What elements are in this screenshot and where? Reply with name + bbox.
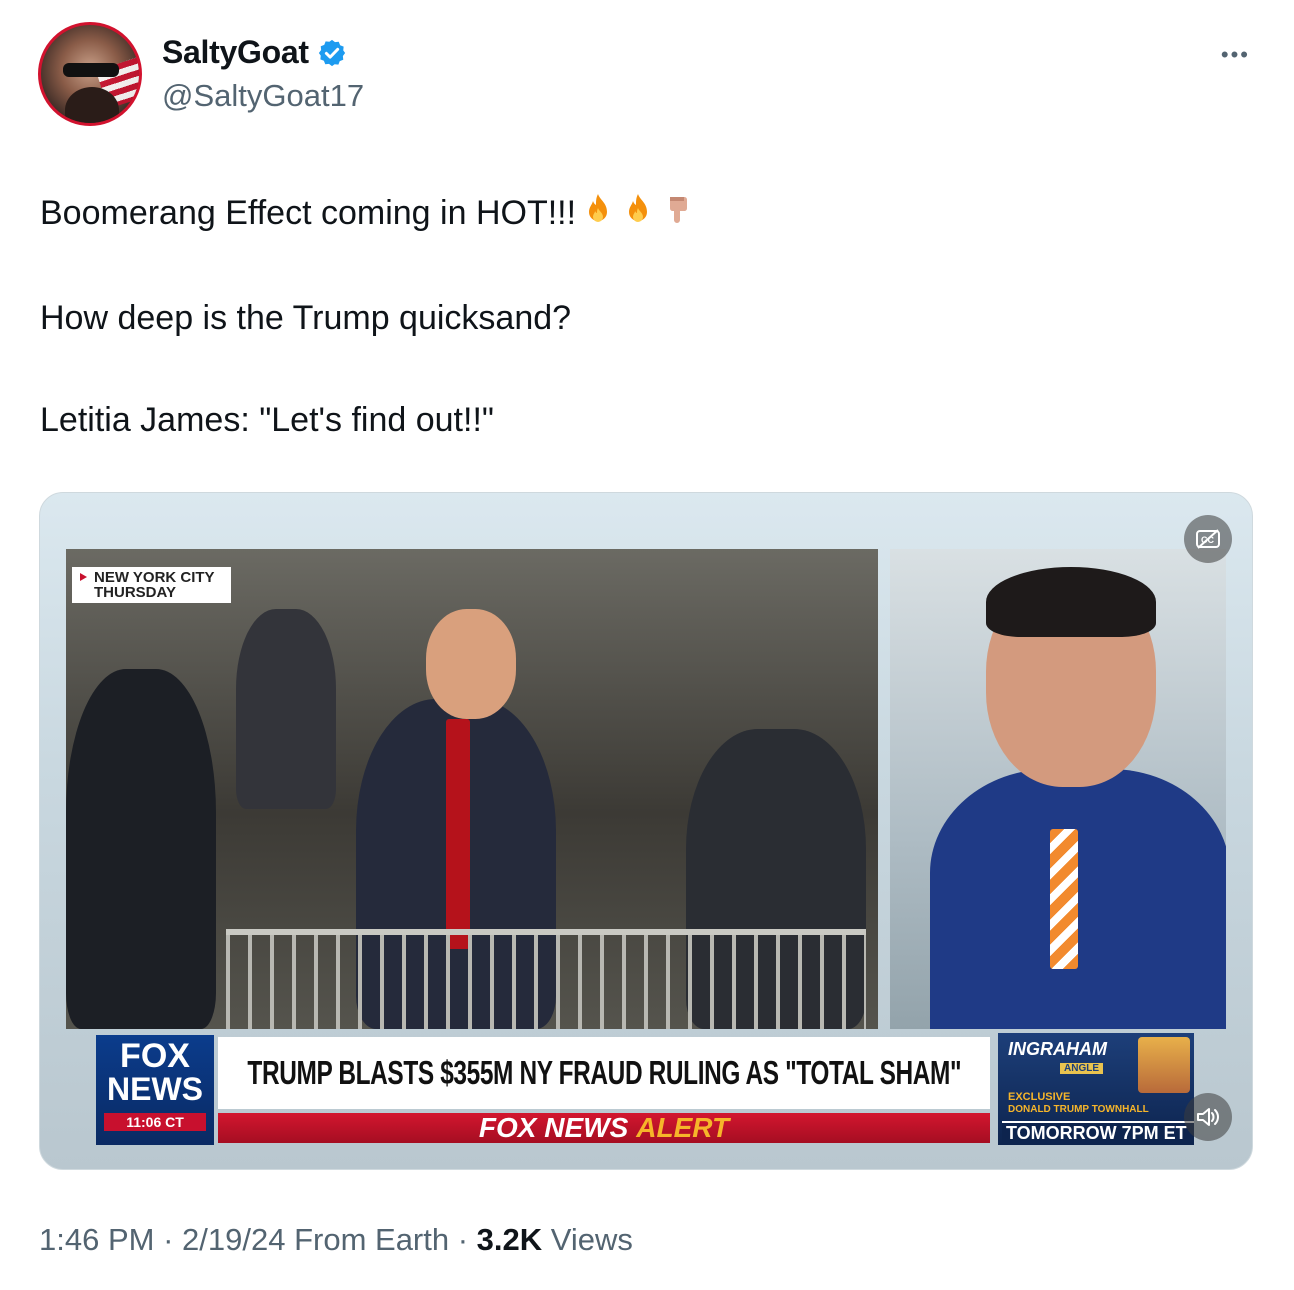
figure-center-head: [426, 609, 516, 719]
tweet-line-2: How deep is the Trump quicksand?: [40, 299, 572, 338]
tweet-source: From Earth: [294, 1222, 450, 1257]
tweet-line-1: Boomerang Effect coming in HOT!!!: [40, 190, 1250, 239]
metal-barrier: [226, 929, 866, 1029]
author-name-row: SaltyGoat: [162, 34, 347, 71]
tweet-text: Boomerang Effect coming in HOT!!! How de…: [40, 190, 1250, 499]
author-display-name[interactable]: SaltyGoat: [162, 34, 309, 71]
host-tie: [1050, 829, 1078, 969]
avatar-sunglasses: [63, 63, 119, 77]
meta-separator: ·: [457, 1222, 477, 1257]
closed-captions-off-icon: CC: [1196, 529, 1220, 549]
alert-bar: FOX NEWS ALERT: [218, 1112, 990, 1143]
views-label: Views: [550, 1222, 633, 1257]
alert-prefix: FOX NEWS: [478, 1112, 629, 1143]
fire-emoji-icon: [620, 191, 656, 239]
figure-left: [66, 669, 216, 1029]
more-horizontal-icon[interactable]: •••: [1221, 42, 1250, 68]
fox-logo-line-1: FOX: [120, 1037, 190, 1075]
meta-separator: ·: [163, 1222, 183, 1257]
broadcast-clock: 11:06 CT: [104, 1113, 206, 1131]
red-tie: [446, 719, 470, 949]
avatar[interactable]: [38, 22, 142, 126]
figure-back: [236, 609, 336, 809]
headline-box: TRUMP BLASTS $355M NY FRAUD RULING AS "T…: [218, 1037, 990, 1109]
host-hair: [986, 567, 1156, 637]
tweet-header: SaltyGoat @SaltyGoat17 •••: [38, 20, 1258, 130]
fox-news-logo: FOX NEWS 11:06 CT: [96, 1035, 214, 1145]
promo-subtitle: ANGLE: [1060, 1063, 1103, 1074]
tweet-meta: 1:46 PM · 2/19/24 From Earth · 3.2K View…: [39, 1222, 633, 1258]
fox-logo-line-2: NEWS: [107, 1071, 203, 1107]
volume-icon: [1197, 1108, 1219, 1126]
tweet-line-1-text: Boomerang Effect coming in HOT!!!: [40, 194, 577, 232]
location-bug-city: NEW YORK CITY: [94, 569, 215, 586]
views-count[interactable]: 3.2K: [477, 1222, 542, 1257]
promo-show: INGRAHAM: [1008, 1039, 1107, 1059]
tweet-time[interactable]: 1:46 PM: [39, 1222, 154, 1257]
pointing-down-emoji-icon: [660, 191, 696, 239]
captions-button[interactable]: CC: [1184, 515, 1232, 563]
show-promo: INGRAHAM ANGLE EXCLUSIVE DONALD TRUMP TO…: [998, 1033, 1194, 1145]
location-bug-day: THURSDAY: [94, 584, 176, 601]
host-suit: [930, 769, 1226, 1029]
news-lower-third: FOX NEWS 11:06 CT TRUMP BLASTS $355M NY …: [90, 1031, 1250, 1149]
promo-exclusive: EXCLUSIVE: [1008, 1091, 1071, 1103]
avatar-beard: [65, 87, 119, 123]
news-headline: TRUMP BLASTS $355M NY FRAUD RULING AS "T…: [247, 1054, 961, 1091]
verified-badge-icon[interactable]: [317, 38, 347, 68]
video-player[interactable]: NEW YORK CITY THURSDAY FOX NEWS 11:06 CT…: [39, 492, 1253, 1170]
video-left-feed: NEW YORK CITY THURSDAY: [66, 549, 878, 1029]
location-bug: NEW YORK CITY THURSDAY: [72, 567, 231, 603]
promo-event: DONALD TRUMP TOWNHALL: [1008, 1104, 1149, 1115]
volume-button[interactable]: [1184, 1093, 1232, 1141]
author-handle[interactable]: @SaltyGoat17: [162, 78, 364, 114]
promo-when: TOMORROW 7PM ET: [1002, 1121, 1194, 1144]
promo-thumbnail: [1138, 1037, 1190, 1093]
fire-emoji-icon: [580, 191, 616, 239]
tweet-line-3: Letitia James: "Let's find out!!": [40, 401, 494, 440]
tweet-date[interactable]: 2/19/24: [182, 1222, 285, 1257]
alert-word: ALERT: [636, 1112, 730, 1143]
video-right-feed: [890, 549, 1226, 1029]
